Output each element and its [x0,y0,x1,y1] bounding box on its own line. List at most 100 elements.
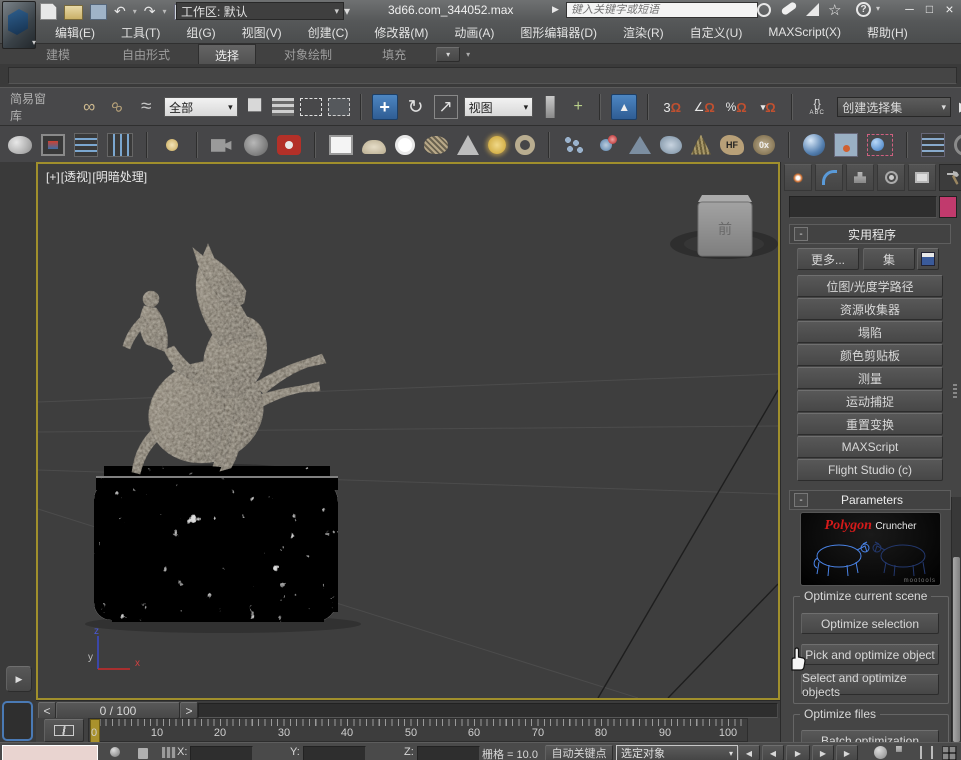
new-file-icon[interactable] [40,3,57,20]
select-object-icon[interactable] [244,96,266,118]
rectangular-selection-icon[interactable] [300,98,322,116]
status-dot-icon[interactable] [110,747,120,757]
undo-dropdown-icon[interactable]: ▾ [133,3,137,20]
hf-hand-icon[interactable]: HF [720,135,744,155]
communication-icon[interactable] [806,3,819,16]
render-setup-teapot-icon[interactable] [8,136,32,154]
save-icon[interactable] [90,4,107,20]
batch-optimization-button[interactable]: Batch optimization [801,730,939,742]
selection-lock-icon[interactable] [138,748,148,759]
utilities-rollout-header[interactable]: - 实用程序 [789,224,951,244]
select-and-move-icon[interactable]: + [372,94,398,120]
search-icon[interactable] [757,3,771,17]
utility-resource-collector-button[interactable]: 资源收集器 [797,298,943,320]
assign-material-icon[interactable] [867,134,893,156]
tab-selection[interactable]: 选择 [198,44,256,65]
select-and-scale-icon[interactable]: ↗ [434,95,458,119]
select-and-optimize-button[interactable]: Select and optimize objects [801,674,939,695]
tab-freeform[interactable]: 自由形式 [106,44,186,65]
dome-filter-icon[interactable] [362,140,386,154]
donut-icon[interactable] [515,135,535,155]
utility-collapse-button[interactable]: 塌陷 [797,321,943,343]
cone-icon[interactable] [457,135,479,155]
window-crossing-icon[interactable] [328,98,350,116]
tab-object-paint[interactable]: 对象绘制 [268,44,348,65]
maximize-viewport-icon[interactable] [942,746,957,760]
key-icon[interactable] [780,1,797,16]
named-selection-set-dropdown[interactable]: 创建选择集 ▾ [837,97,951,117]
utility-bitmap-paths-button[interactable]: 位图/光度学路径 [797,275,943,297]
utility-color-clipboard-button[interactable]: 颜色剪贴板 [797,344,943,366]
time-forward-button[interactable]: > [180,702,198,719]
ribbon-minimize-button[interactable]: ▾ [436,47,460,62]
menu-views[interactable]: 视图(V) [229,21,295,43]
menu-graph-editors[interactable]: 图形编辑器(D) [507,21,610,43]
rendered-frame-window-icon[interactable] [41,134,65,156]
y-coord-field[interactable] [303,746,366,760]
x-coord-field[interactable] [190,746,253,760]
menu-tools[interactable]: 工具(T) [108,21,173,43]
menu-group[interactable]: 组(G) [173,21,228,43]
help-dropdown-icon[interactable]: ▾ [876,4,880,13]
menu-maxscript[interactable]: MAXScript(X) [755,21,854,43]
utility-reset-xform-button[interactable]: 重置变换 [797,413,943,435]
selection-filter-dropdown[interactable]: 全部 ▾ [164,97,237,117]
foliage-icon[interactable] [691,135,711,155]
object-name-field[interactable] [789,196,937,218]
viewport-scene[interactable]: 前 [38,164,778,698]
tab-display-icon[interactable] [908,164,936,191]
gizmo-helper-icon[interactable] [629,136,651,154]
menu-rendering[interactable]: 渲染(R) [610,21,677,43]
tab-hierarchy-icon[interactable] [846,164,874,191]
snap-toggle-3d-icon[interactable]: 3Ω [659,100,685,115]
rock-icon[interactable] [660,136,682,154]
angle-snap-icon[interactable]: ∠Ω [691,100,717,115]
menu-customize[interactable]: 自定义(U) [677,21,756,43]
redo-dropdown-icon[interactable]: ▾ [162,3,166,20]
zoom-extents-icon[interactable] [874,746,887,759]
close-button[interactable]: × [941,1,958,16]
tab-utilities-icon[interactable] [939,164,961,191]
absolute-mode-icon[interactable] [162,747,176,758]
mini-curve-editor-button[interactable] [44,719,84,742]
menu-animation[interactable]: 动画(A) [441,21,507,43]
open-file-icon[interactable] [64,5,83,20]
viewcube[interactable]: 前 [670,195,778,259]
pan-view-icon[interactable] [920,746,933,759]
key-filter-dropdown[interactable]: 选定对象 ▾ [616,745,738,760]
spinner-snap-icon[interactable]: ▾Ω [755,100,781,115]
wire-teapot-icon[interactable] [424,136,448,154]
go-to-end-button[interactable]: ▶ [836,745,858,760]
use-pivot-center-icon[interactable] [539,96,561,118]
percent-snap-icon[interactable]: %Ω [723,100,749,115]
molecule-icon[interactable] [596,135,620,155]
track-bar-ruler[interactable]: 0 10 20 30 40 50 60 70 80 90 100 [88,718,748,742]
play-button[interactable]: ▶ [786,745,810,760]
material-editor-icon[interactable] [74,133,98,157]
next-frame-button[interactable]: ▶ [812,745,834,760]
search-input[interactable] [566,2,758,18]
utility-measure-button[interactable]: 测量 [797,367,943,389]
undo-icon[interactable]: ↶ [114,3,126,20]
select-and-manipulate-icon[interactable]: + [567,96,589,118]
bind-to-spacewarp-icon[interactable]: ≈ [134,96,158,118]
camera-icon[interactable] [211,136,235,154]
favorites-star-icon[interactable]: ☆ [828,1,841,19]
previous-frame-button[interactable]: ◀ [762,745,784,760]
utility-motion-capture-button[interactable]: 运动捕捉 [797,390,943,412]
select-and-rotate-icon[interactable]: ↻ [404,95,428,119]
edit-named-selection-sets-icon[interactable]: {}ABC [803,98,831,116]
workspace-dropdown[interactable]: 工作区: 默认 ▾ [176,2,344,20]
parameters-rollout-header[interactable]: - Parameters [789,490,951,510]
menu-help[interactable]: 帮助(H) [854,21,921,43]
tab-modeling[interactable]: 建模 [30,44,86,65]
time-slider-track[interactable] [198,703,778,718]
time-slider-handle[interactable]: 0 / 100 [56,702,180,719]
sun-icon[interactable] [488,136,506,154]
tab-modify-icon[interactable] [815,164,843,191]
help-ring-icon[interactable]: ? [954,134,961,156]
mirror-icon[interactable]: ▶ [957,99,961,115]
horse-statue[interactable] [123,244,326,477]
panel-scroll-grip[interactable] [953,384,957,400]
keyboard-override-icon[interactable]: ▲ [611,94,637,120]
